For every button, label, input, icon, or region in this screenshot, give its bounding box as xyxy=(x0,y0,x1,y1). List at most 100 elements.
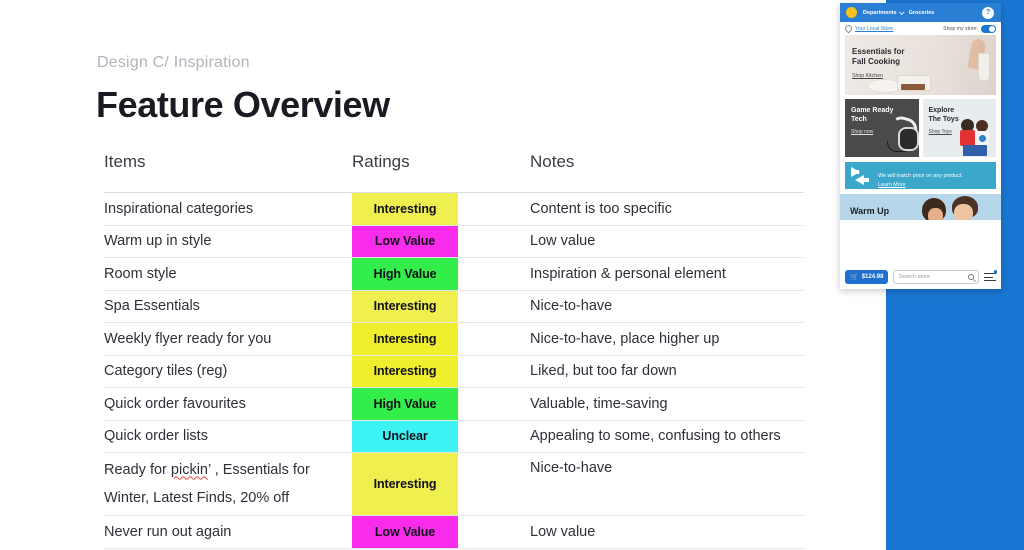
mockup-content: Essentials for Fall Cooking Shop Kitchen… xyxy=(840,35,1001,220)
mockup-bottom-bar: 🛒 $124.98 Search store xyxy=(840,265,1001,289)
cell-item: Warm up in style xyxy=(104,226,352,258)
table-row: Warm up in style Low Value Low value xyxy=(104,225,804,258)
search-icon[interactable] xyxy=(967,273,974,281)
column-header-ratings: Ratings xyxy=(352,152,410,171)
item-text-line: Quick order lists xyxy=(104,428,208,445)
mockup-top-navbar: Departments Groceries ? xyxy=(840,3,1001,22)
column-header-notes: Notes xyxy=(530,152,575,171)
cell-rating: High Value xyxy=(352,258,458,290)
tile-explore-the-toys[interactable]: Explore The Toys Shop Toys xyxy=(922,99,996,157)
status-badge: Low Value xyxy=(352,225,458,257)
menu-notification-dot xyxy=(993,270,997,274)
item-text-line: Never run out again xyxy=(104,523,232,540)
store-selector-bar: Your Local Store Shop my store: xyxy=(840,22,1001,35)
item-text-line: Weekly flyer ready for you xyxy=(104,330,272,347)
cart-button[interactable]: 🛒 $124.98 xyxy=(845,270,889,284)
item-text-line: Room style xyxy=(104,265,177,282)
cell-item: Spa Essentials xyxy=(104,291,352,323)
page-title: Feature Overview xyxy=(96,84,390,125)
lego-figures-icon xyxy=(959,117,996,157)
table-row: Ready for pickin’ , Essentials for Winter… xyxy=(104,453,804,516)
nav-departments[interactable]: Departments xyxy=(863,8,905,16)
hero-title: Essentials for Fall Cooking xyxy=(852,47,904,67)
cell-note: Low value xyxy=(530,233,596,250)
cell-note: Liked, but too far down xyxy=(530,363,677,380)
hero-container-decoration xyxy=(978,53,990,81)
help-icon[interactable]: ? xyxy=(982,6,994,19)
tile-shop-toys-link[interactable]: Shop Toys xyxy=(929,129,952,135)
table-row: Spa Essentials Interesting Nice-to-have xyxy=(104,290,804,323)
table-row: Weekly flyer ready for you Interesting Nic… xyxy=(104,323,804,356)
hero-title-line-1: Essentials for xyxy=(852,47,905,56)
table-body: Inspirational categories Interesting Conte… xyxy=(104,192,804,549)
cell-item: Weekly flyer ready for you xyxy=(104,323,352,355)
status-badge: Interesting xyxy=(352,323,458,355)
brand-logo-icon xyxy=(846,7,857,18)
promo-learn-more-link[interactable]: Learn More xyxy=(878,182,963,188)
cell-item: Room style xyxy=(104,258,352,290)
search-store-box[interactable]: Search store xyxy=(893,270,979,284)
cell-rating: Interesting xyxy=(352,355,458,387)
item-text-line: Category tiles (reg) xyxy=(104,363,228,380)
cell-note: Content is too specific xyxy=(530,200,672,217)
tile-0-line-2: Tech xyxy=(851,115,867,123)
hero-banner-fall-cooking[interactable]: Essentials for Fall Cooking Shop Kitchen xyxy=(845,35,996,95)
status-badge: High Value xyxy=(352,258,458,290)
cell-note: Nice-to-have, place higher up xyxy=(530,330,720,347)
cell-note: Inspiration & personal element xyxy=(530,265,726,282)
cart-icon: 🛒 xyxy=(850,273,859,281)
hero-shop-kitchen-link[interactable]: Shop Kitchen xyxy=(852,73,883,79)
price-match-promo-banner[interactable]: We will match price on any product. Lear… xyxy=(845,162,996,189)
cell-item: Ready for pickin’ , Essentials for Winter… xyxy=(104,453,352,515)
cell-note: Nice-to-have xyxy=(530,460,613,476)
shop-my-store-label: Shop my store: xyxy=(943,25,978,32)
tile-game-ready-tech[interactable]: Game Ready Tech Shop now xyxy=(845,99,919,157)
table-row: Inspirational categories Interesting Conte… xyxy=(104,193,804,226)
hamburger-menu-icon[interactable] xyxy=(984,270,997,282)
search-input[interactable]: Search store xyxy=(898,274,967,280)
table-row: Never run out again Low Value Low value xyxy=(104,516,804,549)
status-badge: Interesting xyxy=(352,453,458,515)
cell-rating: Low Value xyxy=(352,516,458,548)
item-text-line: Warm up in style xyxy=(104,233,212,250)
table-header-row: Items Ratings Notes xyxy=(104,150,804,192)
status-badge: Unclear xyxy=(352,420,458,452)
your-local-store-link[interactable]: Your Local Store xyxy=(855,26,893,32)
tile-title-explore-the-toys: Explore The Toys xyxy=(929,107,959,125)
tile-1-line-2: The Toys xyxy=(928,115,959,123)
promo-text-block: We will match price on any product. Lear… xyxy=(878,164,963,188)
cell-item: Never run out again xyxy=(104,516,352,548)
person-b-face xyxy=(954,204,973,220)
cell-note: Nice-to-have xyxy=(530,298,613,315)
item-text-line: Winter, Latest Finds, 20% off xyxy=(104,490,290,506)
table-row: Room style High Value Inspiration & person… xyxy=(104,258,804,291)
column-header-items: Items xyxy=(104,152,146,171)
table-row: Quick order lists Unclear Appealing to som… xyxy=(104,420,804,453)
item-text-line: Spa Essentials xyxy=(104,298,200,315)
cell-rating: High Value xyxy=(352,388,458,420)
cell-item: Quick order lists xyxy=(104,421,352,453)
cell-item: Quick order favourites xyxy=(104,388,352,420)
cell-note: Appealing to some, confusing to others xyxy=(530,428,781,445)
tile-0-line-1: Game Ready xyxy=(851,107,894,114)
warm-up-banner[interactable]: Warm Up xyxy=(840,194,1001,220)
warm-up-title: Warm Up xyxy=(850,206,890,216)
cell-rating: Interesting xyxy=(352,290,458,322)
item-text-line: Quick order favourites xyxy=(104,395,246,412)
status-badge: Interesting xyxy=(352,290,458,322)
misspelled-word: pickin xyxy=(170,461,208,478)
item-text-line: Inspirational categories xyxy=(104,200,254,217)
promo-text: We will match price on any product. xyxy=(878,172,963,179)
cell-rating: Interesting xyxy=(352,323,458,355)
tile-shop-now-link[interactable]: Shop now xyxy=(851,129,873,135)
shop-my-store-toggle[interactable] xyxy=(981,24,996,33)
cell-rating: Unclear xyxy=(352,420,458,452)
status-badge: Interesting xyxy=(352,355,458,387)
table-row: Category tiles (reg) Interesting Liked, bu… xyxy=(104,355,804,388)
nav-groceries[interactable]: Groceries xyxy=(909,10,935,16)
status-badge: Low Value xyxy=(352,516,458,548)
location-pin-icon xyxy=(843,23,854,34)
nav-groceries-label: Groceries xyxy=(908,9,935,16)
price-match-arrows-icon xyxy=(851,166,873,185)
person-a-face xyxy=(928,208,943,220)
